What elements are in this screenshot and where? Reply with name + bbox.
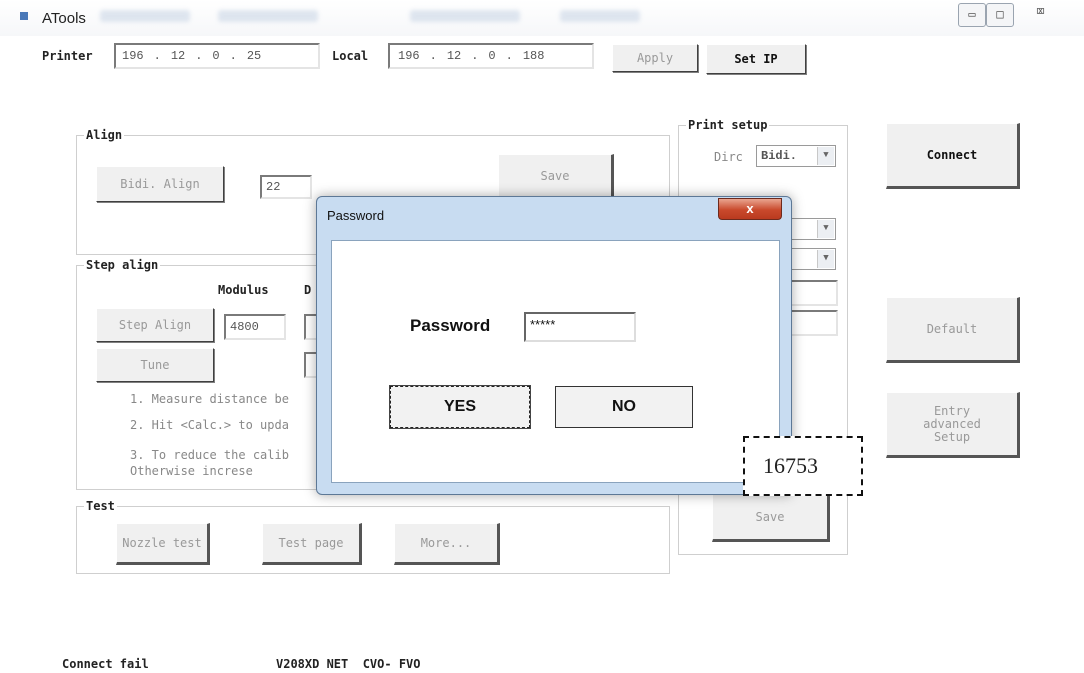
password-dialog-title: Password (327, 208, 385, 223)
step-align-title: Step align (84, 258, 161, 272)
ip-dot: . (429, 49, 437, 63)
dirc-label: Dirc (714, 150, 743, 164)
ip-dot: . (195, 49, 203, 63)
close-window-button[interactable]: ⌧ (1036, 2, 1045, 20)
ip-dot: . (505, 49, 513, 63)
tune-button[interactable]: Tune (96, 348, 214, 382)
print-setup-save-button[interactable]: Save (712, 494, 830, 542)
connection-status: Connect fail (62, 657, 149, 671)
test-page-button[interactable]: Test page (262, 523, 362, 565)
annotation-label: 16753 (743, 436, 863, 496)
title-blur (100, 10, 190, 22)
instruction-line-4: Otherwise increse (130, 464, 253, 478)
entry-advanced-setup-button[interactable]: Entry advanced Setup (886, 392, 1020, 458)
app-icon (20, 12, 28, 20)
window-title: ATools (42, 10, 86, 27)
printer-label: Printer (42, 49, 93, 63)
local-ip-field[interactable]: 196. 12. 0. 188 (388, 43, 594, 69)
printer-ip-octet-3: 0 (212, 49, 220, 63)
modulus-field[interactable]: 4800 (224, 314, 286, 340)
minimize-button[interactable]: ▭ (958, 3, 986, 27)
local-ip-octet-3: 0 (488, 49, 496, 63)
title-blur (218, 10, 318, 22)
nozzle-test-button[interactable]: Nozzle test (116, 523, 210, 565)
title-bar: ATools ▭ □ ⌧ (0, 0, 1084, 36)
title-blur (560, 10, 640, 22)
dialog-close-button[interactable]: x (718, 198, 782, 220)
align-save-button[interactable]: Save (498, 154, 614, 200)
printer-ip-field[interactable]: 196. 12. 0. 25 (114, 43, 320, 69)
close-icon: x (746, 201, 754, 216)
set-ip-button[interactable]: Set IP (706, 44, 806, 74)
instruction-line-1: 1. Measure distance be (130, 392, 289, 406)
printer-ip-octet-4: 25 (246, 49, 262, 63)
align-group-title: Align (84, 128, 125, 142)
chevron-down-icon: ▼ (817, 147, 834, 165)
password-label: Password (410, 316, 491, 335)
maximize-button[interactable]: □ (986, 3, 1014, 27)
bidi-align-button[interactable]: Bidi. Align (96, 166, 224, 202)
column-header-partial: D (304, 283, 312, 297)
modulus-header: Modulus (218, 283, 269, 297)
local-ip-octet-1: 196 (398, 49, 420, 63)
step-align-button[interactable]: Step Align (96, 308, 214, 342)
more-button[interactable]: More... (394, 523, 500, 565)
maximize-icon: □ (996, 7, 1004, 21)
password-input[interactable]: ***** (524, 312, 636, 342)
default-button[interactable]: Default (886, 297, 1020, 363)
close-icon: ⌧ (1036, 2, 1046, 20)
yes-button[interactable]: YES (389, 385, 531, 429)
apply-button[interactable]: Apply (612, 44, 698, 72)
chevron-down-icon: ▼ (817, 250, 834, 268)
ip-dot: . (229, 49, 237, 63)
chevron-down-icon: ▼ (817, 220, 834, 238)
instruction-line-3: 3. To reduce the calib (130, 448, 289, 462)
title-blur (410, 10, 520, 22)
local-ip-octet-2: 12 (446, 49, 462, 63)
print-setup-title: Print setup (686, 118, 770, 132)
local-label: Local (332, 49, 369, 63)
printer-ip-octet-1: 196 (122, 49, 144, 63)
firmware-version: V208XD NET CVO- FVO (276, 657, 421, 671)
ip-dot: . (153, 49, 161, 63)
connect-button[interactable]: Connect (886, 123, 1020, 189)
instruction-line-2: 2. Hit <Calc.> to upda (130, 418, 289, 432)
dirc-select-value: Bidi. (761, 149, 798, 163)
test-group-title: Test (84, 499, 117, 513)
printer-ip-octet-2: 12 (170, 49, 186, 63)
minimize-icon: ▭ (968, 7, 976, 21)
local-ip-octet-4: 188 (522, 49, 545, 63)
dirc-select[interactable]: Bidi. ▼ (756, 145, 836, 167)
password-dialog-body (331, 240, 780, 483)
no-button[interactable]: NO (555, 386, 693, 428)
align-value-field[interactable]: 22 (260, 175, 312, 199)
ip-dot: . (471, 49, 479, 63)
